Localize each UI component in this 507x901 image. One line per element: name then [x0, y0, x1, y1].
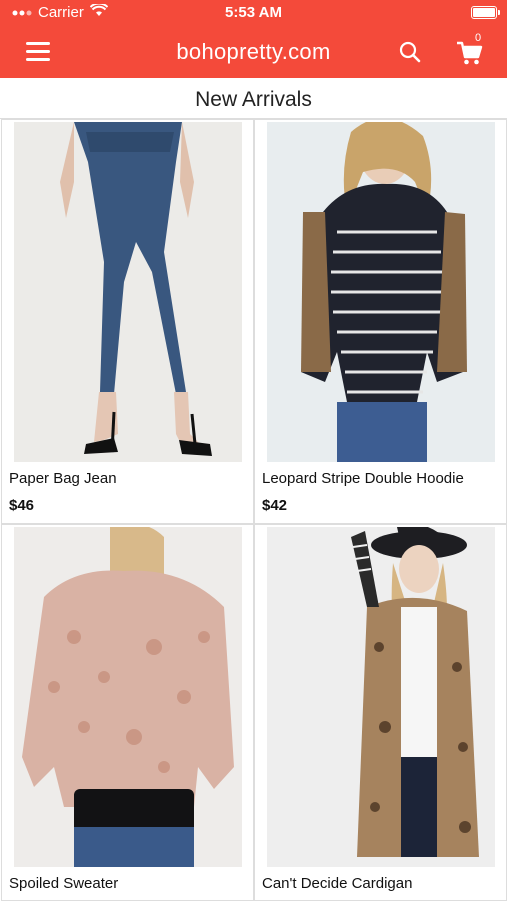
product-price: $42 [262, 497, 288, 514]
product-card[interactable]: Can't Decide Cardigan [254, 524, 507, 901]
cart-count-badge: 0 [475, 32, 482, 44]
product-name[interactable]: Can't Decide Cardigan [262, 875, 412, 892]
product-grid: Paper Bag Jean $46 Leopard Stripe Double… [0, 118, 507, 901]
nav-bar: bohopretty.com 0 [0, 26, 507, 78]
status-time: 5:53 AM [225, 4, 282, 21]
search-icon[interactable] [398, 40, 422, 64]
product-name[interactable]: Leopard Stripe Double Hoodie [262, 470, 464, 487]
product-card[interactable]: Spoiled Sweater [1, 524, 254, 901]
product-card[interactable]: Leopard Stripe Double Hoodie $42 [254, 119, 507, 524]
product-name[interactable]: Spoiled Sweater [9, 875, 118, 892]
product-image[interactable] [267, 525, 495, 867]
product-image[interactable] [14, 525, 242, 867]
site-title[interactable]: bohopretty.com [0, 39, 507, 65]
product-image[interactable] [14, 122, 242, 462]
status-bar: Carrier 5:53 AM [0, 0, 507, 26]
battery-icon [471, 6, 500, 19]
section-title: New Arrivals [195, 88, 312, 111]
product-card[interactable]: Paper Bag Jean $46 [1, 119, 254, 524]
product-name[interactable]: Paper Bag Jean [9, 470, 117, 487]
product-price: $46 [9, 497, 35, 514]
product-image[interactable] [267, 120, 495, 462]
